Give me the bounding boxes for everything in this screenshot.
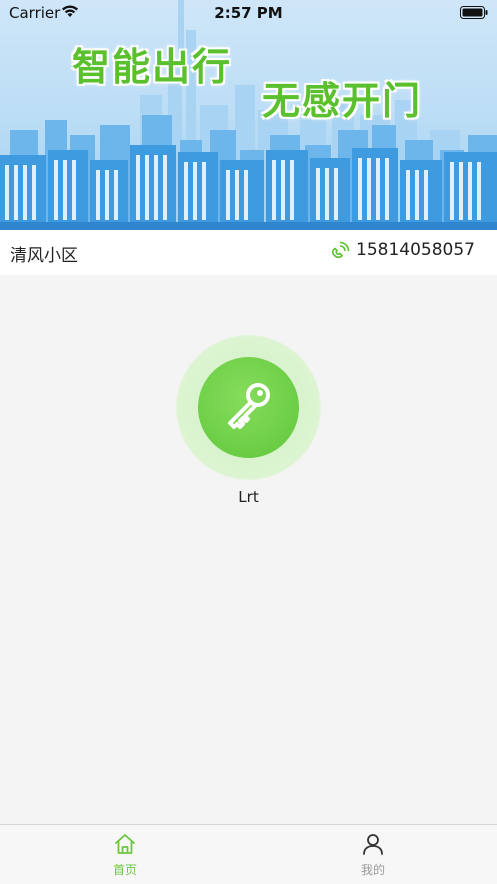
community-name: 清风小区 — [10, 246, 78, 266]
tab-home[interactable]: 首页 — [65, 833, 185, 878]
tab-mine-label: 我的 — [360, 863, 385, 877]
home-icon — [65, 833, 185, 859]
tab-home-label: 首页 — [112, 863, 137, 877]
slogan-line-1: 智能出行 — [72, 45, 233, 89]
tab-mine[interactable]: 我的 — [313, 833, 433, 878]
phone-icon — [330, 240, 350, 260]
slogan-line-2: 无感开门 — [262, 79, 423, 123]
battery-icon — [460, 5, 488, 23]
status-time: 2:57 PM — [214, 4, 283, 22]
open-door-button-inner[interactable] — [198, 357, 299, 458]
person-icon — [313, 833, 433, 859]
phone-number[interactable]: 15814058057 — [356, 240, 475, 260]
tab-bar: 首页 我的 — [0, 824, 497, 884]
door-key-label: Lrt — [238, 488, 259, 506]
banner: Carrier 2:57 PM 智能出行 无感开门 — [0, 0, 497, 230]
phone-contact[interactable]: 15814058057 — [330, 240, 475, 260]
city-skyline-illustration — [0, 0, 497, 230]
key-icon — [220, 377, 278, 439]
status-bar: Carrier 2:57 PM — [0, 0, 497, 26]
community-info-bar: 清风小区 15814058057 — [0, 230, 497, 275]
open-door-button[interactable] — [177, 336, 320, 479]
